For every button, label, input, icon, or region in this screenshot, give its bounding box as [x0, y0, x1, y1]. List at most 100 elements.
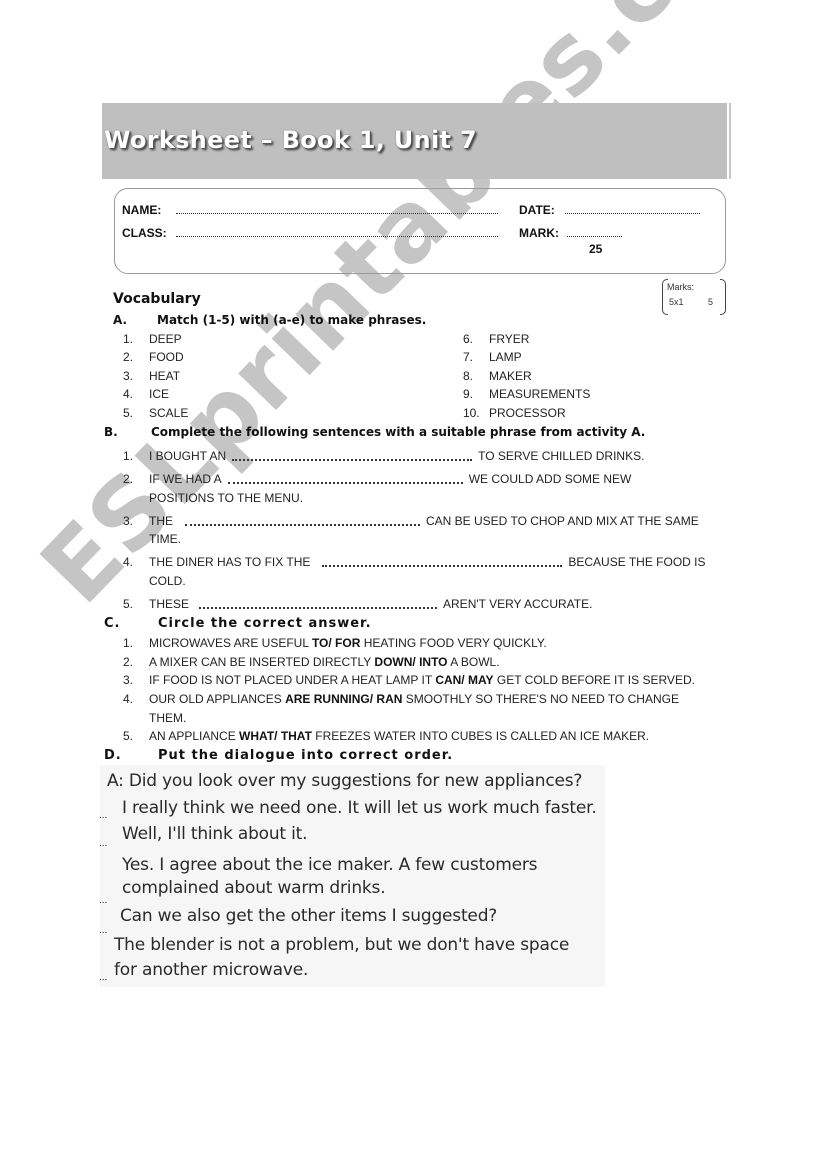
- circle-item: 1. MICROWAVES ARE USEFUL TO/ FOR HEATING …: [123, 636, 547, 650]
- sentence-start: THE DINER HAS TO FIX THE: [149, 555, 311, 569]
- circle-item: 5. AN APPLIANCE WHAT/ THAT FREEZES WATER …: [123, 729, 649, 743]
- class-field[interactable]: [176, 226, 498, 237]
- item-number: 1.: [123, 332, 134, 346]
- dialogue-line: Yes. I agree about the ice maker. A few …: [122, 855, 538, 875]
- answer-options[interactable]: WHAT/ THAT: [239, 729, 312, 743]
- answer-blank[interactable]: [185, 517, 420, 527]
- item-number: 4.: [123, 555, 134, 569]
- section-a-heading: A. Match (1-5) with (a-e) to make phrases…: [113, 313, 426, 327]
- item-word: MAKER: [489, 369, 532, 383]
- sentence-end: HEATING FOOD VERY QUICKLY.: [363, 636, 547, 650]
- item-word: ICE: [149, 387, 170, 401]
- answer-options[interactable]: DOWN/ INTO: [374, 655, 447, 669]
- item-number: 5.: [123, 729, 134, 743]
- answer-options[interactable]: CAN/ MAY: [435, 673, 493, 687]
- item-number: 5.: [123, 406, 134, 420]
- section-b-instruction: Complete the following sentences with a …: [151, 425, 646, 439]
- item-number: 8.: [463, 369, 474, 383]
- order-blank[interactable]: ...: [99, 972, 107, 983]
- sentence-item: 4. THE DINER HAS TO FIX THE BECAUSE THE FO…: [123, 555, 706, 569]
- match-right-item: 10. PROCESSOR: [463, 406, 566, 420]
- date-field[interactable]: [565, 203, 700, 214]
- dialogue-line: I really think we need one. It will let …: [122, 798, 597, 818]
- match-right-item: 9. MEASUREMENTS: [463, 387, 590, 401]
- name-label: NAME:: [122, 203, 162, 217]
- section-c-letter: C.: [104, 616, 121, 631]
- sentence-continuation: THEM.: [149, 711, 187, 725]
- order-blank[interactable]: ...: [99, 895, 107, 906]
- sentence-end: SMOOTHLY SO THERE'S NO NEED TO CHANGE: [405, 692, 679, 706]
- name-field[interactable]: [176, 203, 498, 214]
- dialogue-line: A: Did you look over my suggestions for …: [107, 771, 583, 791]
- item-word: PROCESSOR: [489, 406, 566, 420]
- mark-total: 25: [589, 242, 603, 256]
- section-c-heading: C. Circle the correct answer.: [104, 616, 372, 631]
- circle-item: 2. A MIXER CAN BE INSERTED DIRECTLY DOWN/…: [123, 655, 500, 669]
- item-word: DEEP: [149, 332, 182, 346]
- item-word: HEAT: [149, 369, 181, 383]
- item-word: SCALE: [149, 406, 189, 420]
- circle-item: 4. OUR OLD APPLIANCES ARE RUNNING/ RAN SM…: [123, 692, 679, 706]
- answer-blank[interactable]: [227, 475, 463, 485]
- match-left-item: 4. ICE: [123, 387, 169, 401]
- item-number: 4.: [123, 387, 134, 401]
- item-number: 3.: [123, 369, 134, 383]
- sentence-start: THE: [149, 514, 173, 528]
- sentence-end: A BOWL.: [450, 655, 500, 669]
- match-right-item: 8. MAKER: [463, 369, 532, 383]
- answer-blank[interactable]: [232, 452, 473, 462]
- sentence-start: IF WE HAD A: [149, 472, 222, 486]
- section-c-instruction: Circle the correct answer.: [158, 616, 372, 631]
- order-blank[interactable]: ...: [99, 925, 107, 936]
- item-number: 9.: [463, 387, 474, 401]
- sentence-start: IF FOOD IS NOT PLACED UNDER A HEAT LAMP …: [149, 673, 432, 687]
- bracket-right: [720, 279, 726, 315]
- item-word: FRYER: [489, 332, 530, 346]
- match-right-item: 6. FRYER: [463, 332, 529, 346]
- dialogue-line: Well, I'll think about it.: [122, 824, 308, 844]
- dialogue-line: for another microwave.: [114, 960, 309, 980]
- item-number: 3.: [123, 514, 134, 528]
- item-word: MEASUREMENTS: [489, 387, 591, 401]
- answer-options[interactable]: ARE RUNNING/ RAN: [285, 692, 402, 706]
- answer-options[interactable]: TO/ FOR: [312, 636, 360, 650]
- sentence-item: 1. I BOUGHT AN TO SERVE CHILLED DRINKS.: [123, 449, 644, 463]
- mark-field[interactable]: [567, 226, 622, 237]
- sentence-start: THESE: [149, 597, 190, 611]
- sentence-end: CAN BE USED TO CHOP AND MIX AT THE SAME: [426, 514, 699, 528]
- match-right-item: 7. LAMP: [463, 350, 522, 364]
- item-number: 2.: [123, 472, 134, 486]
- dialogue-line: The blender is not a problem, but we don…: [114, 935, 570, 955]
- order-blank[interactable]: ...: [99, 810, 107, 821]
- item-number: 6.: [463, 332, 474, 346]
- sentence-continuation: POSITIONS TO THE MENU.: [149, 491, 304, 505]
- section-a-letter: A.: [113, 313, 128, 327]
- sentence-continuation: TIME.: [149, 532, 181, 546]
- sentence-end: FREEZES WATER INTO CUBES IS CALLED AN IC…: [315, 729, 650, 743]
- sentence-item: 2. IF WE HAD A WE COULD ADD SOME NEW: [123, 472, 631, 486]
- sentence-end: WE COULD ADD SOME NEW: [468, 472, 632, 486]
- marks-formula: 5x1: [669, 297, 684, 307]
- answer-blank[interactable]: [199, 600, 438, 610]
- item-number: 1.: [123, 636, 134, 650]
- mark-label: MARK:: [519, 226, 559, 240]
- sentence-end: BECAUSE THE FOOD IS: [568, 555, 706, 569]
- section-d-letter: D.: [104, 748, 122, 763]
- circle-item: 3. IF FOOD IS NOT PLACED UNDER A HEAT LAM…: [123, 673, 695, 687]
- sentence-end: GET COLD BEFORE IT IS SERVED.: [496, 673, 695, 687]
- sentence-end: AREN'T VERY ACCURATE.: [443, 597, 593, 611]
- order-blank[interactable]: ...: [99, 838, 107, 849]
- sentence-item: 5. THESE AREN'T VERY ACCURATE.: [123, 597, 592, 611]
- item-number: 2.: [123, 350, 134, 364]
- sentence-start: I BOUGHT AN: [149, 449, 227, 463]
- section-a-instruction: Match (1-5) with (a-e) to make phrases.: [157, 313, 427, 327]
- sentence-continuation: COLD.: [149, 574, 186, 588]
- marks-label: Marks:: [667, 282, 694, 292]
- item-number: 4.: [123, 692, 134, 706]
- match-left-item: 1. DEEP: [123, 332, 182, 346]
- item-word: FOOD: [149, 350, 184, 364]
- answer-blank[interactable]: [322, 558, 563, 568]
- sentence-item: 3. THE CAN BE USED TO CHOP AND MIX AT THE …: [123, 514, 699, 528]
- sentence-start: A MIXER CAN BE INSERTED DIRECTLY: [149, 655, 372, 669]
- section-b-letter: B.: [104, 425, 118, 439]
